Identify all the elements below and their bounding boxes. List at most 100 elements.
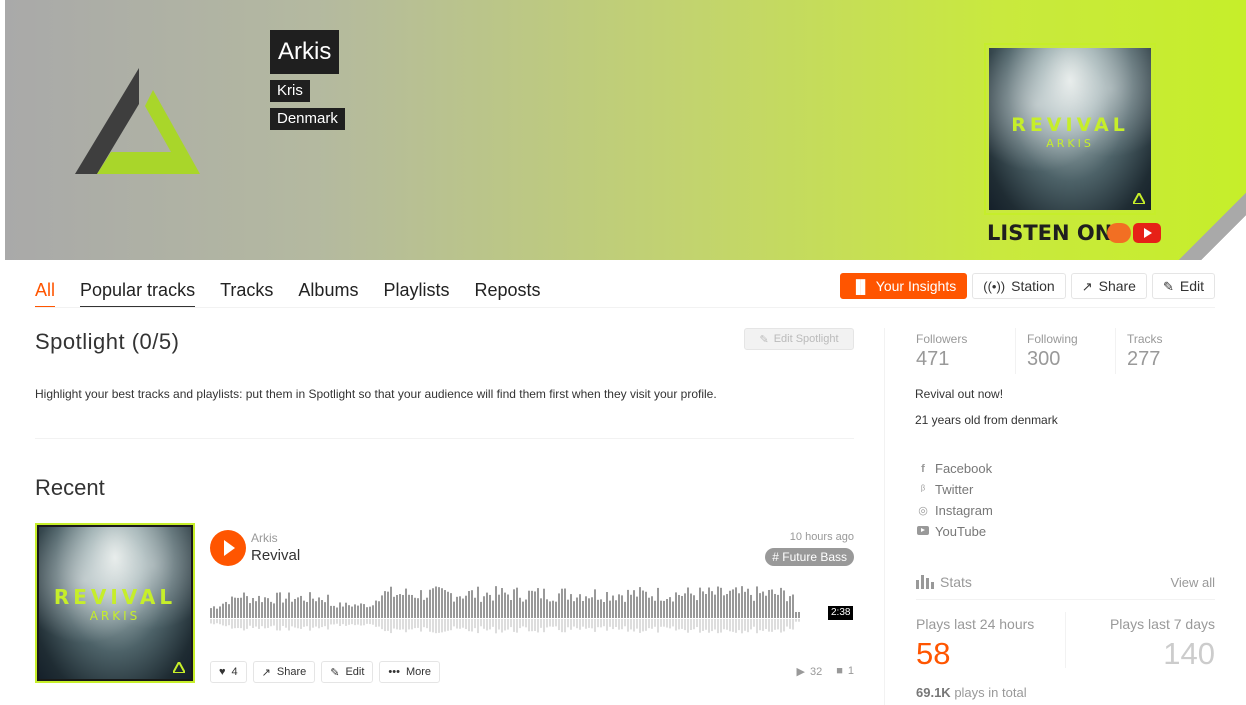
- waveform-bar: [648, 597, 650, 618]
- waveform-reflection-bar: [342, 619, 344, 625]
- tab-albums[interactable]: Albums: [298, 278, 358, 308]
- pencil-icon: ✎: [1162, 278, 1174, 294]
- waveform-bar: [495, 586, 497, 618]
- waveform-reflection-bar: [597, 619, 599, 628]
- track-artwork[interactable]: REVIVAL ARKIS: [35, 523, 195, 683]
- view-all-link[interactable]: View all: [1170, 575, 1215, 590]
- waveform-bar: [696, 600, 698, 618]
- instagram-link[interactable]: ◎ Instagram: [917, 500, 993, 521]
- waveform-reflection-bar: [483, 619, 485, 629]
- tab-all[interactable]: All: [35, 278, 56, 308]
- your-insights-button[interactable]: ▐▌ Your Insights: [840, 273, 968, 299]
- waveform-bar: [237, 597, 239, 618]
- waveform-reflection-bar: [213, 619, 215, 625]
- waveform-bar: [312, 598, 314, 618]
- waveform-bar: [534, 591, 536, 618]
- waveform-reflection-bar: [720, 619, 722, 633]
- waveform-bar: [795, 612, 797, 618]
- waveform-bar: [684, 593, 686, 618]
- waveform-bar: [609, 600, 611, 618]
- waveform-bar: [321, 600, 323, 618]
- waveform-bar: [525, 599, 527, 618]
- youtube-label: YouTube: [935, 524, 987, 539]
- waveform-bar: [522, 601, 524, 618]
- waveform-reflection-bar: [693, 619, 695, 630]
- waveform-reflection-bar: [240, 619, 242, 629]
- tab-popular-tracks[interactable]: Popular tracks: [80, 278, 196, 308]
- stats-heading: Stats: [916, 574, 972, 590]
- waveform-reflection-bar: [210, 619, 212, 624]
- waveform-reflection-bar: [447, 619, 449, 631]
- waveform-reflection-bar: [783, 619, 785, 632]
- mini-logo-icon: [1133, 193, 1145, 204]
- edit-button[interactable]: ✎ Edit: [1151, 273, 1215, 299]
- waveform-bar: [477, 586, 479, 618]
- followers-stat[interactable]: Followers 471: [916, 332, 967, 371]
- track-share-button[interactable]: ↗ Share: [252, 661, 316, 683]
- waveform-reflection-bar: [456, 619, 458, 629]
- waveform-bar: [336, 607, 338, 618]
- tab-playlists[interactable]: Playlists: [383, 278, 449, 308]
- tracks-stat[interactable]: Tracks 277: [1127, 332, 1163, 371]
- waveform-bar: [213, 606, 215, 618]
- track-artist[interactable]: Arkis: [251, 531, 278, 545]
- waveform-bar: [504, 592, 506, 618]
- waveform-bar: [366, 607, 368, 618]
- share-button[interactable]: ↗ Share: [1070, 273, 1147, 299]
- like-button[interactable]: ♥ 4: [210, 661, 247, 683]
- waveform-reflection-bar: [798, 619, 800, 622]
- waveform-bar: [714, 594, 716, 618]
- genre-tag[interactable]: # Future Bass: [765, 548, 854, 566]
- waveform-reflection-bar: [645, 619, 647, 631]
- station-button[interactable]: ((•)) Station: [972, 273, 1066, 299]
- profile-real-name: Kris: [270, 80, 310, 102]
- waveform-bar: [576, 597, 578, 618]
- waveform-bar: [411, 594, 413, 618]
- banner-cover-subtitle: ARKIS: [1046, 137, 1094, 150]
- waveform-bar: [723, 595, 725, 618]
- insights-icon: ▐▌: [851, 278, 870, 294]
- waveform-reflection-bar: [759, 619, 761, 631]
- track-duration: 2:38: [828, 606, 854, 620]
- share-icon: ↗: [261, 666, 271, 679]
- tab-reposts[interactable]: Reposts: [474, 278, 540, 308]
- waveform-reflection-bar: [549, 619, 551, 627]
- waveform-reflection-bar: [570, 619, 572, 630]
- waveform-bar: [390, 586, 392, 618]
- waveform-reflection-bar: [396, 619, 398, 630]
- profile-name-block: Arkis Kris Denmark: [270, 30, 345, 130]
- waveform-bar: [651, 596, 653, 618]
- waveform-reflection-bar: [333, 619, 335, 625]
- waveform-reflection-bar: [288, 619, 290, 631]
- waveform-reflection-bar: [675, 619, 677, 631]
- waveform[interactable]: [210, 578, 854, 636]
- waveform-bar: [435, 586, 437, 618]
- waveform-reflection-bar: [498, 619, 500, 630]
- more-button[interactable]: ••• More: [379, 661, 441, 683]
- edit-spotlight-button[interactable]: ✎ Edit Spotlight: [744, 328, 854, 350]
- track-title[interactable]: Revival: [251, 547, 300, 564]
- waveform-bar: [756, 586, 758, 618]
- arkis-logo: [75, 68, 200, 174]
- facebook-link[interactable]: f Facebook: [917, 458, 993, 479]
- waveform-bar: [264, 597, 266, 618]
- waveform-bar: [681, 595, 683, 618]
- waveform-bar: [501, 588, 503, 618]
- waveform-bar: [225, 601, 227, 618]
- waveform-bar: [372, 605, 374, 618]
- tab-tracks[interactable]: Tracks: [220, 278, 273, 308]
- play-button[interactable]: [210, 530, 246, 566]
- track-comment-count[interactable]: ■ 1: [836, 665, 854, 678]
- waveform-reflection-bar: [510, 619, 512, 628]
- waveform-reflection-bar: [723, 619, 725, 630]
- waveform-reflection-bar: [708, 619, 710, 633]
- twitter-link[interactable]: ᵝ Twitter: [917, 479, 993, 500]
- following-stat[interactable]: Following 300: [1027, 332, 1078, 371]
- track-edit-button[interactable]: ✎ Edit: [321, 661, 374, 683]
- plays-24h-value: 58: [916, 636, 951, 671]
- waveform-bar: [318, 597, 320, 618]
- waveform-reflection-bar: [339, 619, 341, 627]
- tracks-count: 277: [1127, 348, 1161, 370]
- youtube-link[interactable]: YouTube: [917, 521, 993, 542]
- waveform-reflection-bar: [366, 619, 368, 624]
